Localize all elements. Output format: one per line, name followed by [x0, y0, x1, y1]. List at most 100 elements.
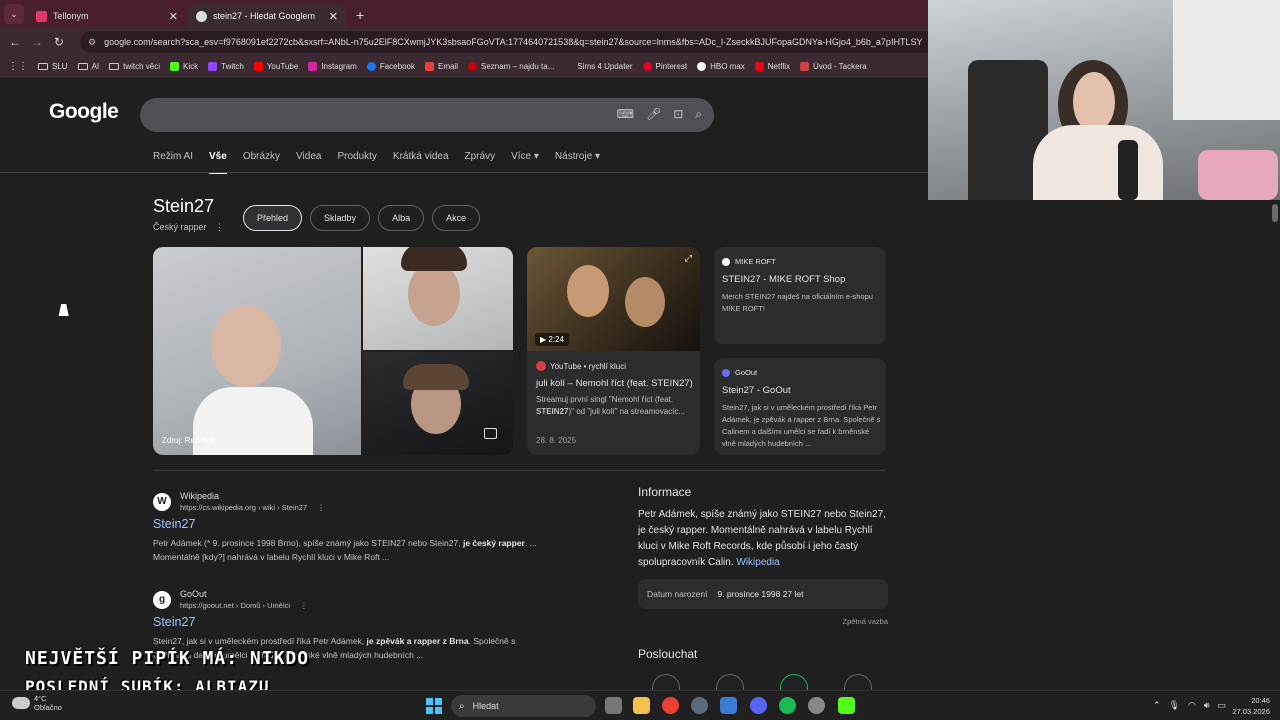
result-site[interactable]: g GoOut https://goout.net › Domů › Umělc…: [153, 589, 593, 610]
more-options-icon[interactable]: ⋮: [317, 503, 325, 512]
address-bar[interactable]: ⚙ google.com/search?sca_esv=f9768091ef22…: [80, 31, 928, 53]
tab-videos[interactable]: Videa: [296, 151, 321, 174]
video-title[interactable]: juli kolí – Nemohl říct (feat. STEIN27): [536, 378, 693, 389]
close-icon[interactable]: ✕: [169, 10, 178, 23]
bookmark-label: SLU: [52, 62, 68, 71]
artist-photo-2[interactable]: [363, 247, 513, 350]
chip-albums[interactable]: Alba: [378, 205, 425, 231]
lens-icon[interactable]: ⊡: [673, 107, 683, 122]
reload-button[interactable]: ↻: [48, 35, 70, 49]
chip-songs[interactable]: Skladby: [310, 205, 371, 231]
new-tab-button[interactable]: +: [356, 7, 364, 23]
body-shape: [1033, 125, 1163, 200]
start-button[interactable]: [426, 698, 442, 714]
spotify-icon[interactable]: [780, 674, 808, 690]
discord-icon[interactable]: [750, 697, 767, 714]
taskbar-search[interactable]: ⌕ Hledat: [451, 695, 596, 717]
artist-photo-3[interactable]: [363, 352, 513, 455]
result-site[interactable]: W Wikipedia https://cs.wikipedia.org › w…: [153, 491, 593, 512]
task-view-icon[interactable]: [605, 697, 622, 714]
video-thumbnail[interactable]: ⤢ ▶ 2:24: [527, 247, 700, 351]
divider: [153, 470, 886, 471]
search-icon[interactable]: ⌕: [695, 107, 702, 122]
weather-widget[interactable]: 4°C Oblačno: [12, 694, 62, 712]
tab-products[interactable]: Produkty: [337, 151, 376, 174]
youtube-icon[interactable]: [716, 674, 744, 690]
bookmark-slu[interactable]: SLU: [38, 62, 68, 71]
apps-icon[interactable]: ⋮⋮: [8, 61, 28, 72]
chrome-icon[interactable]: [662, 697, 679, 714]
mike-roft-card[interactable]: MIKE ROFT STEIN27 - MIKE ROFT Shop Merch…: [714, 247, 886, 344]
url-text: https://cs.wikipedia.org › wiki › Stein2…: [180, 503, 308, 512]
spotify-icon[interactable]: [779, 697, 796, 714]
keyboard-icon[interactable]: ⌨: [617, 107, 634, 122]
photos-icon[interactable]: [720, 697, 737, 714]
face-shape: [1073, 72, 1115, 132]
chip-overview[interactable]: Přehled: [243, 205, 303, 231]
bookmark-instagram[interactable]: Instagram: [308, 62, 357, 71]
bookmark-twitch[interactable]: Twitch: [208, 62, 244, 71]
mouse-cursor: [58, 304, 72, 316]
feedback-link[interactable]: Zpětná vazba: [638, 617, 888, 626]
bookmark-tackera[interactable]: Úvod - Tackera: [800, 62, 867, 71]
bookmark-netflix[interactable]: Netflix: [754, 62, 790, 71]
google-logo[interactable]: Google: [49, 100, 119, 124]
tab-tools[interactable]: Nástroje ▾: [555, 151, 600, 174]
expand-icon[interactable]: ⤢: [685, 253, 692, 264]
forward-button[interactable]: →: [26, 35, 48, 49]
wifi-icon[interactable]: ◠: [1188, 700, 1196, 711]
settings-icon[interactable]: [691, 697, 708, 714]
bookmark-twitch-veci[interactable]: twitch věci: [109, 62, 160, 71]
bookmark-email[interactable]: Email: [424, 62, 458, 71]
image-gallery[interactable]: Zdroj: Red Bull: [153, 247, 513, 455]
tab-all[interactable]: Vše: [209, 151, 227, 174]
wikipedia-link[interactable]: Wikipedia: [736, 557, 779, 568]
volume-icon[interactable]: 🔊︎: [1204, 700, 1210, 711]
bookmark-facebook[interactable]: Facebook: [366, 62, 415, 71]
goout-card[interactable]: GoOut Stein27 - GoOut Stein27, jak si v …: [714, 358, 886, 455]
apple-music-icon[interactable]: [844, 674, 872, 690]
microphone-icon[interactable]: 🎙︎: [1169, 700, 1180, 711]
back-button[interactable]: ←: [4, 35, 26, 49]
search-input[interactable]: ⌨ 🎤︎ ⊡ ⌕: [140, 98, 714, 132]
tab-ai-mode[interactable]: Režim AI: [153, 151, 193, 174]
tab-tellonym[interactable]: Tellonym ✕: [28, 4, 186, 28]
bookmark-sims[interactable]: Sims 4 Updater: [564, 62, 633, 71]
result-title-link[interactable]: Stein27: [153, 517, 593, 531]
video-description: Streamuj první singl "Nemohl říct (feat.…: [536, 394, 692, 418]
bookmark-kick[interactable]: Kick: [170, 62, 198, 71]
close-icon[interactable]: ✕: [329, 10, 338, 23]
tab-search-button[interactable]: ⌄: [4, 4, 24, 24]
tab-images[interactable]: Obrázky: [243, 151, 280, 174]
clock[interactable]: 20:46 27.03.2026: [1232, 695, 1270, 717]
more-options-icon[interactable]: ⋮: [215, 222, 224, 232]
tab-label: stein27 - Hledat Googlem: [213, 11, 316, 21]
youtube-music-icon[interactable]: [652, 674, 680, 690]
gallery-icon[interactable]: [484, 428, 497, 439]
bookmark-hbo[interactable]: HBO max: [697, 62, 745, 71]
tab-news[interactable]: Zprávy: [465, 151, 496, 174]
video-card[interactable]: ⤢ ▶ 2:24 YouTube • rychlí kluci juli kol…: [527, 247, 700, 455]
kick-icon[interactable]: [838, 697, 855, 714]
microphone-icon[interactable]: 🎤︎: [646, 107, 661, 122]
chip-events[interactable]: Akce: [432, 205, 481, 231]
chevron-up-icon[interactable]: ⌃: [1153, 700, 1161, 711]
bookmark-youtube[interactable]: YouTube: [253, 62, 298, 71]
bookmark-seznam[interactable]: Seznam – najdu ta...: [468, 62, 554, 71]
more-options-icon[interactable]: ⋮: [300, 601, 308, 610]
tab-google-search[interactable]: stein27 - Hledat Googlem ✕: [188, 4, 346, 28]
birth-date-row[interactable]: Datum narození 9. prosince 1998 27 let: [638, 579, 888, 609]
artist-photo-main[interactable]: Zdroj: Red Bull: [153, 247, 361, 455]
tab-short-videos[interactable]: Krátká videa: [393, 151, 449, 174]
snippet-text: Stein27, jak si v uměleckém prostředí ří…: [153, 636, 367, 646]
bookmark-pinterest[interactable]: Pinterest: [642, 62, 687, 71]
result-title-link[interactable]: Stein27: [153, 615, 593, 629]
video-date: 28. 8. 2025: [536, 436, 577, 445]
battery-icon[interactable]: ▭: [1217, 700, 1226, 711]
file-explorer-icon[interactable]: [633, 697, 650, 714]
scrollbar[interactable]: [1272, 204, 1278, 222]
tab-more[interactable]: Více ▾: [511, 151, 539, 174]
site-info-icon[interactable]: ⚙: [88, 37, 96, 48]
obs-icon[interactable]: [808, 697, 825, 714]
bookmark-ai[interactable]: AI: [77, 62, 99, 71]
